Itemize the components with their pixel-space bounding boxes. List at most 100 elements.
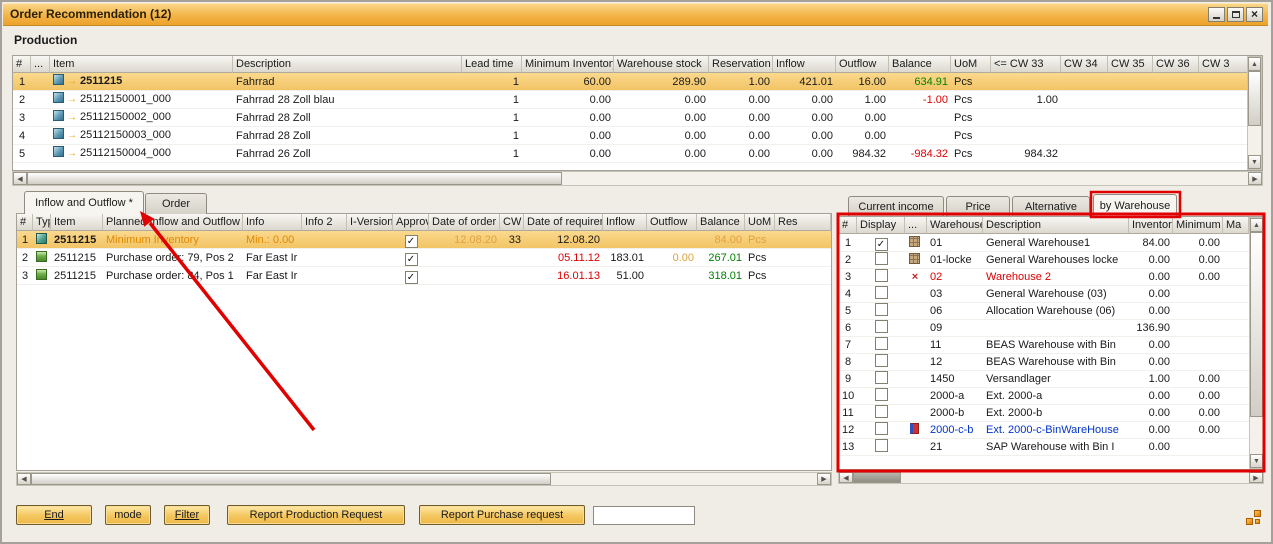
row-number-cell[interactable]: 4 — [13, 127, 31, 145]
row-number-cell[interactable]: 11 — [839, 405, 857, 422]
inflow-cell[interactable]: 51.00 — [603, 267, 647, 285]
item-cell[interactable]: →2511215 — [50, 73, 233, 91]
date-of-requirement-cell[interactable]: 12.08.20 — [524, 231, 603, 249]
outflow-cell[interactable]: 1.00 — [836, 91, 889, 109]
row-number-cell[interactable]: 7 — [839, 337, 857, 354]
warehouse-icon-cell[interactable] — [905, 234, 927, 252]
i-version-cell[interactable] — [347, 267, 393, 285]
type-icon-cell[interactable] — [33, 267, 51, 285]
minimum-inventory-cell[interactable]: 0.00 — [522, 91, 614, 109]
uom-cell[interactable]: Pcs — [745, 267, 775, 285]
row-number-cell[interactable]: 1 — [17, 231, 33, 249]
table-row[interactable]: 609136.90 — [839, 320, 1249, 337]
scrollbar-thumb[interactable] — [31, 473, 551, 485]
warehouse-code-cell[interactable]: 1450 — [927, 371, 983, 388]
inflow-cell[interactable]: 0.00 — [773, 127, 836, 145]
row-number-cell[interactable]: 3 — [839, 269, 857, 286]
warehouse-icon-cell[interactable] — [905, 371, 927, 388]
reservation-cell[interactable]: 0.00 — [709, 145, 773, 163]
minimum-cell[interactable]: 0.00 — [1173, 388, 1223, 405]
info2-cell[interactable] — [302, 267, 347, 285]
inventory-cell[interactable]: 0.00 — [1129, 269, 1173, 286]
dots-cell[interactable] — [31, 73, 50, 91]
cw-cell[interactable] — [500, 267, 524, 285]
warehouse-code-cell[interactable]: 02 — [927, 269, 983, 286]
lead-time-cell[interactable]: 1 — [462, 73, 522, 91]
minimum-cell[interactable] — [1173, 354, 1223, 371]
warehouse-description-cell[interactable]: Versandlager — [983, 371, 1129, 388]
cw36-cell[interactable] — [1153, 73, 1199, 91]
max-cell[interactable] — [1223, 234, 1249, 252]
minimum-cell[interactable] — [1173, 286, 1223, 303]
top-table-horizontal-scrollbar[interactable]: ◀ ▶ — [12, 171, 1263, 186]
date-of-requirement-cell[interactable]: 05.11.12 — [524, 249, 603, 267]
inflow-cell[interactable]: 421.01 — [773, 73, 836, 91]
display-checkbox[interactable] — [875, 303, 888, 316]
cw34-cell[interactable] — [1061, 73, 1108, 91]
cw34-cell[interactable] — [1061, 109, 1108, 127]
warehouse-code-cell[interactable]: 01-locke — [927, 252, 983, 269]
cw37-cell[interactable] — [1199, 91, 1248, 109]
display-checkbox[interactable] — [875, 286, 888, 299]
table-row[interactable]: 122000-c-bExt. 2000-c-BinWareHouse0.000.… — [839, 422, 1249, 439]
i-version-cell[interactable] — [347, 249, 393, 267]
scrollbar-thumb[interactable] — [1250, 232, 1263, 417]
table-row[interactable]: 12511215Minimum InventoryMin.: 0.00✓12.0… — [17, 231, 831, 249]
display-cell[interactable] — [857, 337, 905, 354]
max-cell[interactable] — [1223, 354, 1249, 371]
outflow-cell[interactable]: 0.00 — [647, 249, 697, 267]
minimum-cell[interactable] — [1173, 320, 1223, 337]
footer-text-input[interactable] — [593, 506, 695, 525]
item-cell[interactable]: →25112150003_000 — [50, 127, 233, 145]
row-number-cell[interactable]: 3 — [17, 267, 33, 285]
resize-grip-icon[interactable] — [1245, 509, 1263, 527]
outflow-cell[interactable] — [647, 267, 697, 285]
scroll-left-icon[interactable]: ◀ — [17, 473, 31, 485]
uom-cell[interactable]: Pcs — [951, 145, 991, 163]
cw33-cell[interactable]: 1.00 — [991, 91, 1061, 109]
display-cell[interactable] — [857, 388, 905, 405]
cw37-cell[interactable] — [1199, 145, 1248, 163]
row-number-cell[interactable]: 1 — [839, 234, 857, 252]
inventory-cell[interactable]: 1.00 — [1129, 371, 1173, 388]
cw36-cell[interactable] — [1153, 91, 1199, 109]
cw-cell[interactable] — [500, 249, 524, 267]
row-number-cell[interactable]: 4 — [839, 286, 857, 303]
lead-time-cell[interactable]: 1 — [462, 145, 522, 163]
row-number-cell[interactable]: 2 — [17, 249, 33, 267]
balance-cell[interactable]: 318.01 — [697, 267, 745, 285]
scroll-right-icon[interactable]: ▶ — [1249, 472, 1263, 483]
date-of-order-cell[interactable] — [429, 267, 500, 285]
dots-cell[interactable] — [31, 145, 50, 163]
table-row[interactable]: 112000-bExt. 2000-b0.000.00 — [839, 405, 1249, 422]
outflow-cell[interactable]: 0.00 — [836, 109, 889, 127]
warehouse-table-vertical-scrollbar[interactable]: ▲ ▼ — [1249, 217, 1264, 469]
scrollbar-thumb[interactable] — [1248, 71, 1261, 126]
table-row[interactable]: 3→25112150002_000Fahrrad 28 Zoll10.000.0… — [13, 109, 1248, 127]
inventory-cell[interactable]: 0.00 — [1129, 337, 1173, 354]
warehouse-code-cell[interactable]: 11 — [927, 337, 983, 354]
outflow-cell[interactable]: 16.00 — [836, 73, 889, 91]
display-checkbox[interactable] — [875, 252, 888, 265]
lead-time-cell[interactable]: 1 — [462, 127, 522, 145]
res-cell[interactable] — [775, 231, 831, 249]
minimum-cell[interactable]: 0.00 — [1173, 269, 1223, 286]
display-cell[interactable] — [857, 269, 905, 286]
scroll-up-icon[interactable]: ▲ — [1248, 57, 1261, 71]
uom-cell[interactable]: Pcs — [951, 109, 991, 127]
dots-cell[interactable] — [31, 91, 50, 109]
scroll-left-icon[interactable]: ◀ — [839, 472, 853, 483]
report-purchase-request-button[interactable]: Report Purchase request — [419, 505, 585, 525]
minimum-cell[interactable]: 0.00 — [1173, 234, 1223, 252]
display-checkbox[interactable] — [875, 337, 888, 350]
item-cell[interactable]: →25112150002_000 — [50, 109, 233, 127]
inventory-cell[interactable]: 0.00 — [1129, 439, 1173, 456]
scroll-down-icon[interactable]: ▼ — [1250, 454, 1263, 468]
cw36-cell[interactable] — [1153, 145, 1199, 163]
date-of-order-cell[interactable]: 12.08.20 — [429, 231, 500, 249]
tab-order[interactable]: Order — [145, 193, 207, 214]
tab-by-warehouse[interactable]: by Warehouse — [1093, 194, 1177, 216]
cw35-cell[interactable] — [1108, 109, 1153, 127]
display-cell[interactable] — [857, 439, 905, 456]
max-cell[interactable] — [1223, 439, 1249, 456]
